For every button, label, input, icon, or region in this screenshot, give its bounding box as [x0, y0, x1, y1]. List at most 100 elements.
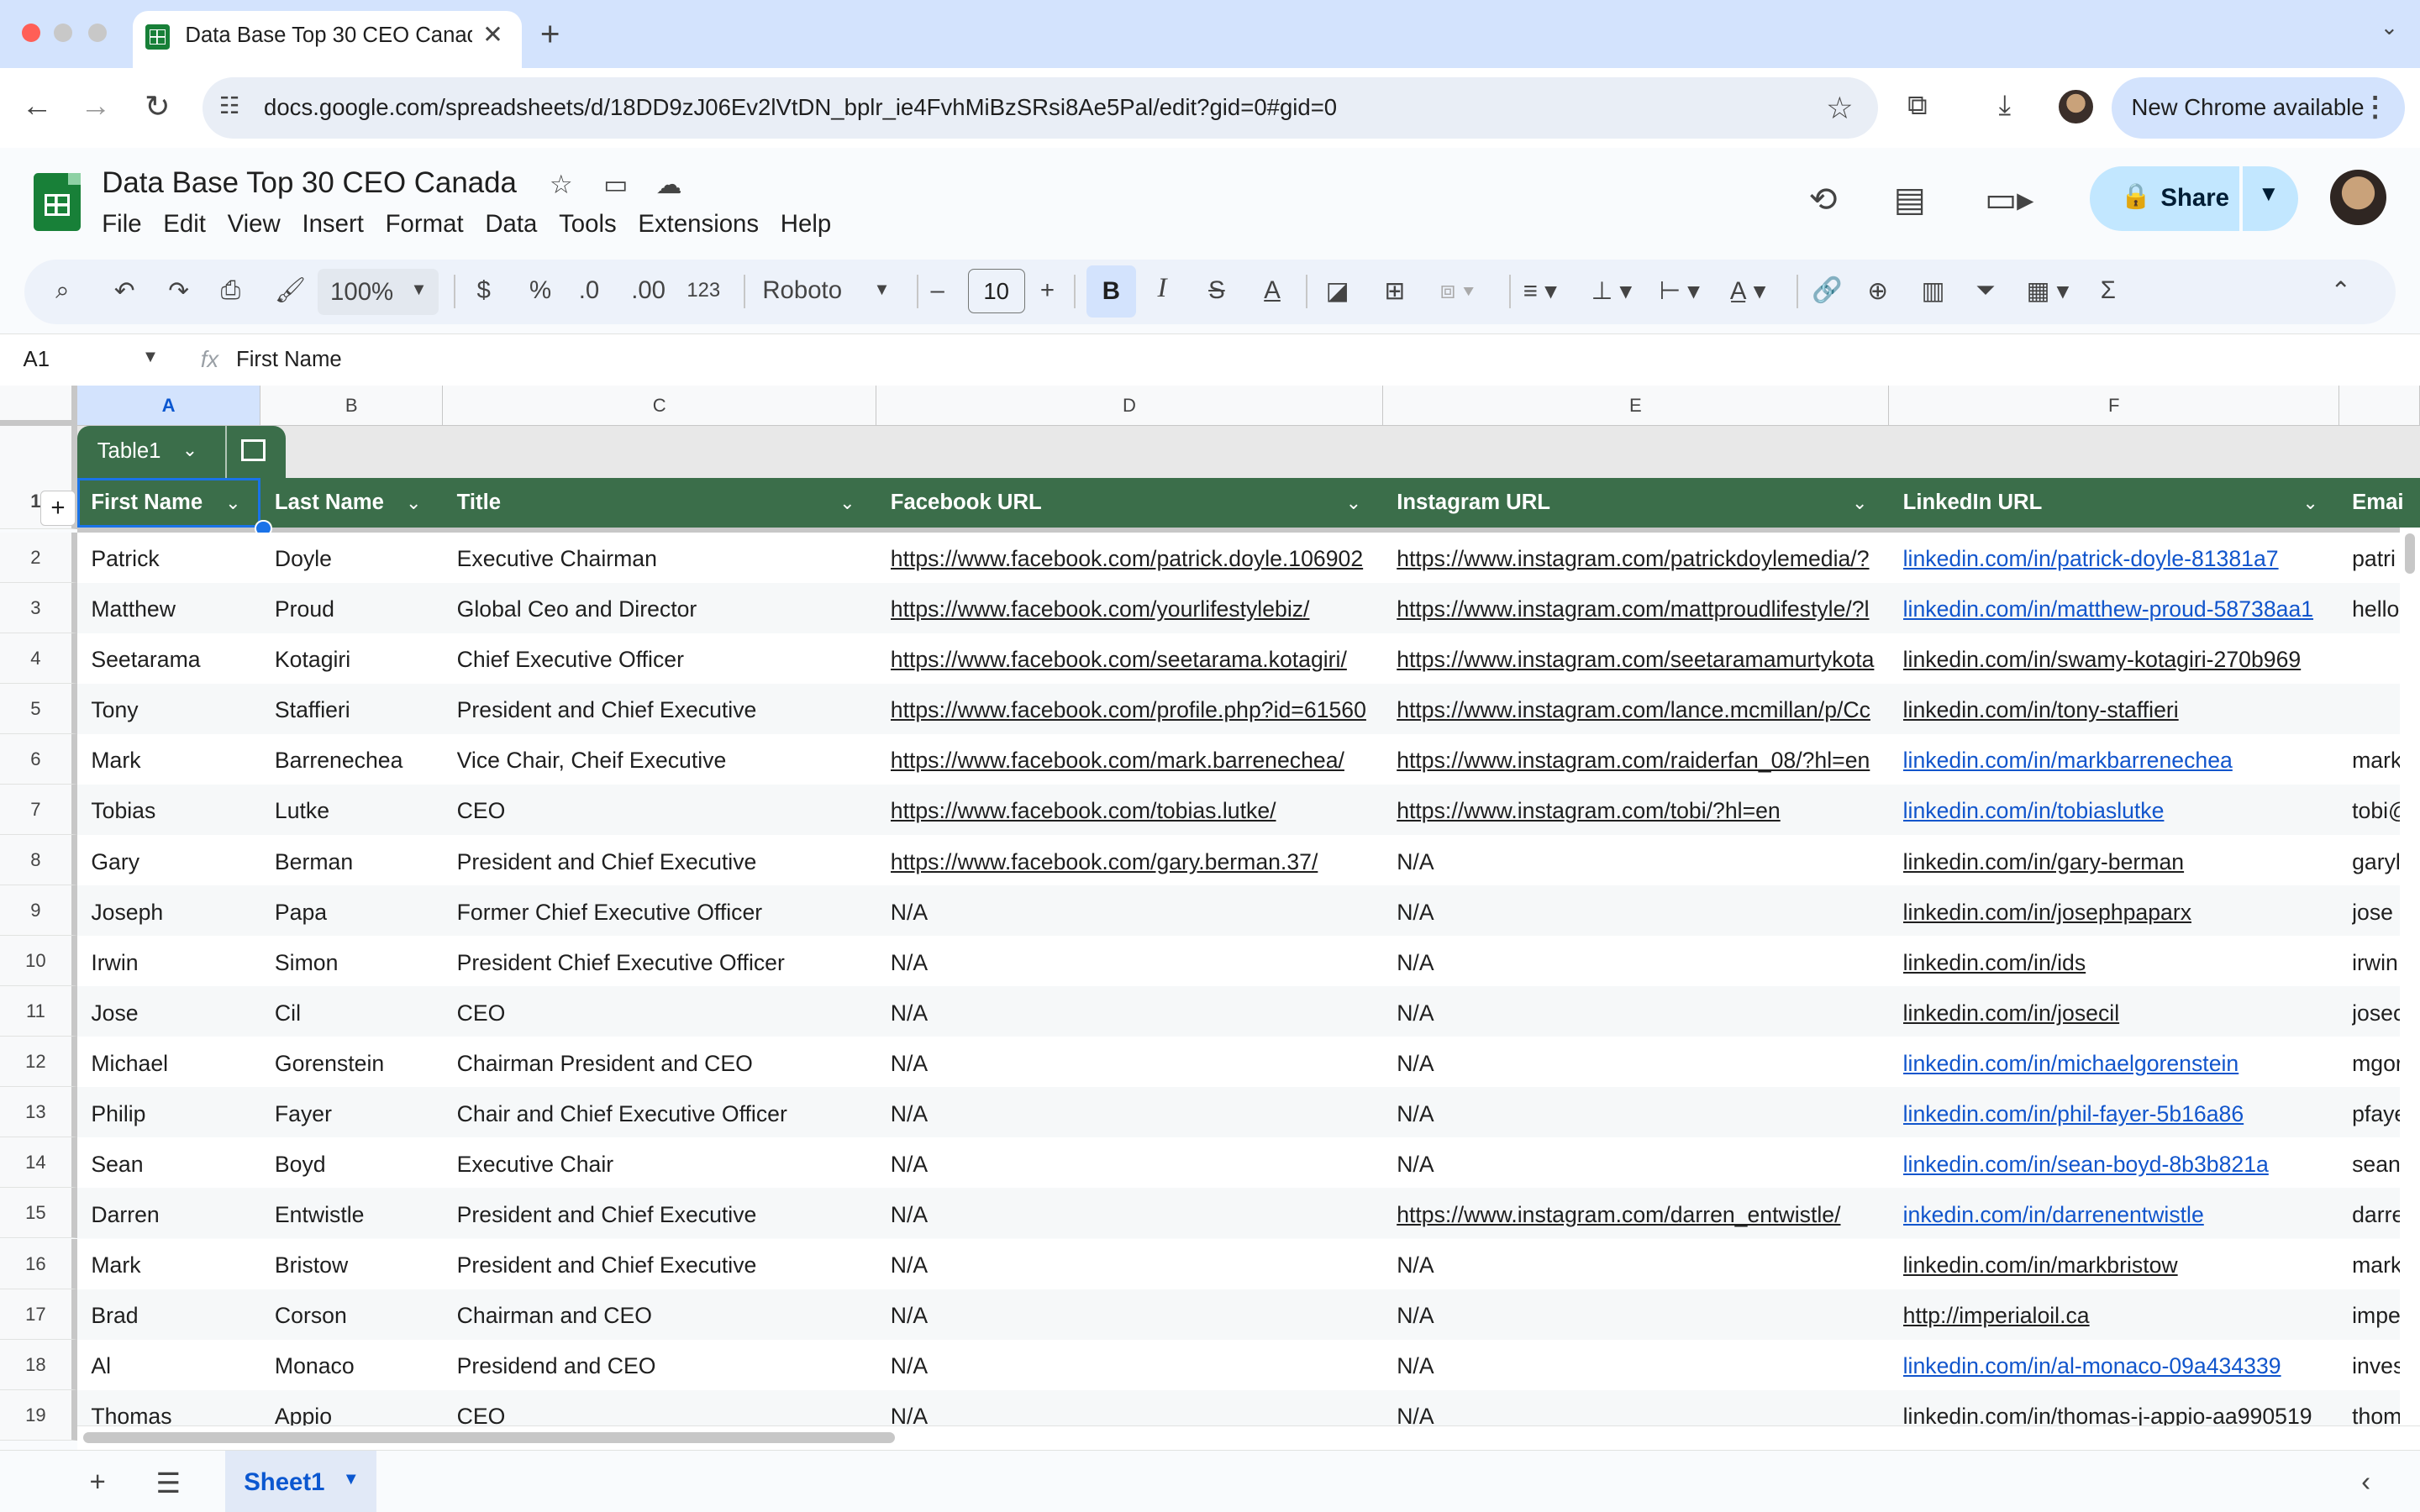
cell-ig[interactable]: N/A: [1397, 1152, 1887, 1178]
cell-ig[interactable]: N/A: [1397, 1000, 1887, 1026]
move-folder-icon[interactable]: ▭: [603, 170, 629, 200]
row-header-19[interactable]: 19: [0, 1389, 77, 1441]
row-header-18[interactable]: 18: [0, 1339, 77, 1390]
row-header-2[interactable]: 2: [0, 532, 77, 583]
url-text[interactable]: docs.google.com/spreadsheets/d/18DD9zJ06…: [264, 94, 1337, 121]
comments-icon[interactable]: ▤: [1894, 179, 1926, 219]
cell-ig[interactable]: N/A: [1397, 900, 1887, 926]
cell-title[interactable]: President and Chief Executive: [457, 849, 877, 875]
row-header-6[interactable]: 6: [0, 733, 77, 785]
close-window-button[interactable]: [21, 23, 40, 42]
cell-first[interactable]: Joseph: [91, 900, 260, 926]
new-tab-button[interactable]: +: [540, 14, 560, 54]
cell-title[interactable]: President and Chief Executive: [457, 697, 877, 723]
row-header-3[interactable]: 3: [0, 582, 77, 633]
cell-fb[interactable]: N/A: [891, 950, 1381, 976]
cell-li[interactable]: linkedin.com/in/swamy-kotagiri-270b969: [1903, 647, 2351, 673]
filter-views-icon[interactable]: ▦ ▾: [2027, 276, 2070, 306]
name-box[interactable]: A1: [24, 348, 50, 372]
menu-tools[interactable]: Tools: [559, 210, 617, 238]
row-header-4[interactable]: 4: [0, 633, 77, 684]
cell-first[interactable]: Mark: [91, 1252, 260, 1278]
cell-fb[interactable]: N/A: [891, 1101, 1381, 1127]
meet-video-icon[interactable]: ▭▸: [1985, 179, 2033, 219]
header-last-name[interactable]: Last Name: [275, 491, 384, 515]
cell-fb[interactable]: N/A: [891, 1202, 1381, 1228]
cell-last[interactable]: Doyle: [275, 546, 445, 572]
row-header-17[interactable]: 17: [0, 1289, 77, 1340]
extensions-icon[interactable]: ⧉: [1907, 90, 1928, 122]
cell-last[interactable]: Gorenstein: [275, 1051, 445, 1077]
header-instagram-url[interactable]: Instagram URL: [1397, 491, 1550, 515]
filter-icon[interactable]: ⏷: [1975, 276, 1996, 305]
cell-first[interactable]: Irwin: [91, 950, 260, 976]
browser-tab[interactable]: Data Base Top 30 CEO Canada ✕: [132, 10, 522, 68]
cell-ig[interactable]: https://www.instagram.com/raiderfan_08/?…: [1397, 748, 1887, 774]
cell-fb[interactable]: N/A: [891, 1051, 1381, 1077]
cell-ig[interactable]: https://www.instagram.com/mattproudlifes…: [1397, 596, 1887, 622]
cell-fb[interactable]: https://www.facebook.com/mark.barreneche…: [891, 748, 1381, 774]
sheet-tab-dropdown-icon[interactable]: ▼: [343, 1470, 360, 1489]
bold-button[interactable]: B: [1086, 265, 1136, 318]
cell-li[interactable]: linkedin.com/in/tobiaslutke: [1903, 798, 2351, 824]
cell-last[interactable]: Corson: [275, 1303, 445, 1329]
menu-edit[interactable]: Edit: [163, 210, 206, 238]
address-bar[interactable]: ☷ docs.google.com/spreadsheets/d/18DD9zJ…: [202, 76, 1879, 139]
cell-last[interactable]: Boyd: [275, 1152, 445, 1178]
cell-fb[interactable]: https://www.facebook.com/patrick.doyle.1…: [891, 546, 1381, 572]
font-size-input[interactable]: 10: [967, 268, 1025, 313]
cell-title[interactable]: Presidend and CEO: [457, 1353, 877, 1379]
profile-avatar[interactable]: [2059, 89, 2093, 123]
cell-li[interactable]: linkedin.com/in/gary-berman: [1903, 849, 2351, 875]
cell-last[interactable]: Bristow: [275, 1252, 445, 1278]
insert-link-icon[interactable]: 🔗: [1812, 276, 1843, 305]
row-header-13[interactable]: 13: [0, 1087, 77, 1138]
cell-last[interactable]: Staffieri: [275, 697, 445, 723]
cell-li[interactable]: linkedin.com/in/michaelgorenstein: [1903, 1051, 2351, 1077]
cell-li[interactable]: linkedin.com/in/phil-fayer-5b16a86: [1903, 1101, 2351, 1127]
cell-title[interactable]: Executive Chair: [457, 1152, 877, 1178]
cell-li[interactable]: linkedin.com/in/sean-boyd-8b3b821a: [1903, 1152, 2351, 1178]
cell-first[interactable]: Patrick: [91, 546, 260, 572]
document-title[interactable]: Data Base Top 30 CEO Canada: [102, 166, 517, 200]
cell-ig[interactable]: https://www.instagram.com/lance.mcmillan…: [1397, 697, 1887, 723]
cloud-status-icon[interactable]: ☁: [656, 170, 682, 200]
menu-extensions[interactable]: Extensions: [638, 210, 759, 238]
cell-li[interactable]: inkedin.com/in/darrenentwistle: [1903, 1202, 2351, 1228]
cell-first[interactable]: Sean: [91, 1152, 260, 1178]
cell-ig[interactable]: N/A: [1397, 849, 1887, 875]
redo-icon[interactable]: ↷: [168, 276, 189, 306]
menu-view[interactable]: View: [228, 210, 281, 238]
cell-first[interactable]: Matthew: [91, 596, 260, 622]
cell-title[interactable]: Global Ceo and Director: [457, 596, 877, 622]
cell-first[interactable]: Tobias: [91, 798, 260, 824]
site-info-icon[interactable]: ☷: [219, 92, 240, 119]
cell-li[interactable]: linkedin.com/in/ids: [1903, 950, 2351, 976]
sheets-logo-icon[interactable]: [34, 172, 81, 232]
maximize-window-button[interactable]: [87, 23, 107, 42]
header-facebook-url-dropdown-icon[interactable]: ⌄: [1346, 492, 1361, 514]
new-chrome-available-button[interactable]: New Chrome available ⋮: [2111, 76, 2405, 139]
cell-last[interactable]: Kotagiri: [275, 647, 445, 673]
cell-title[interactable]: Executive Chairman: [457, 546, 877, 572]
cell-li[interactable]: linkedin.com/in/matthew-proud-58738aa1: [1903, 596, 2351, 622]
header-instagram-url-dropdown-icon[interactable]: ⌄: [1852, 492, 1867, 514]
print-icon[interactable]: ⎙: [221, 276, 241, 305]
strikethrough-button[interactable]: S: [1208, 276, 1225, 305]
header-facebook-url[interactable]: Facebook URL: [891, 491, 1042, 515]
cell-li[interactable]: linkedin.com/in/josephpaparx: [1903, 900, 2351, 926]
text-wrapping-icon[interactable]: ⊢ ▾: [1659, 276, 1700, 306]
header-linkedin-url-dropdown-icon[interactable]: ⌄: [2302, 492, 2317, 514]
currency-format-button[interactable]: $: [477, 276, 491, 305]
download-icon[interactable]: ⤓: [1999, 90, 2012, 122]
collapse-toolbar-icon[interactable]: ⌃: [2330, 276, 2351, 306]
cell-last[interactable]: Simon: [275, 950, 445, 976]
cell-last[interactable]: Monaco: [275, 1353, 445, 1379]
menu-help[interactable]: Help: [781, 210, 831, 238]
cell-li[interactable]: linkedin.com/in/al-monaco-09a434339: [1903, 1353, 2351, 1379]
tab-search-chevron-icon[interactable]: ⌄: [2381, 15, 2399, 40]
column-header-f[interactable]: F: [1889, 386, 2340, 426]
header-title-dropdown-icon[interactable]: ⌄: [839, 492, 855, 514]
insert-chart-icon[interactable]: ▥: [1922, 276, 1945, 306]
cell-ig[interactable]: https://www.instagram.com/seetaramamurty…: [1397, 647, 1887, 673]
